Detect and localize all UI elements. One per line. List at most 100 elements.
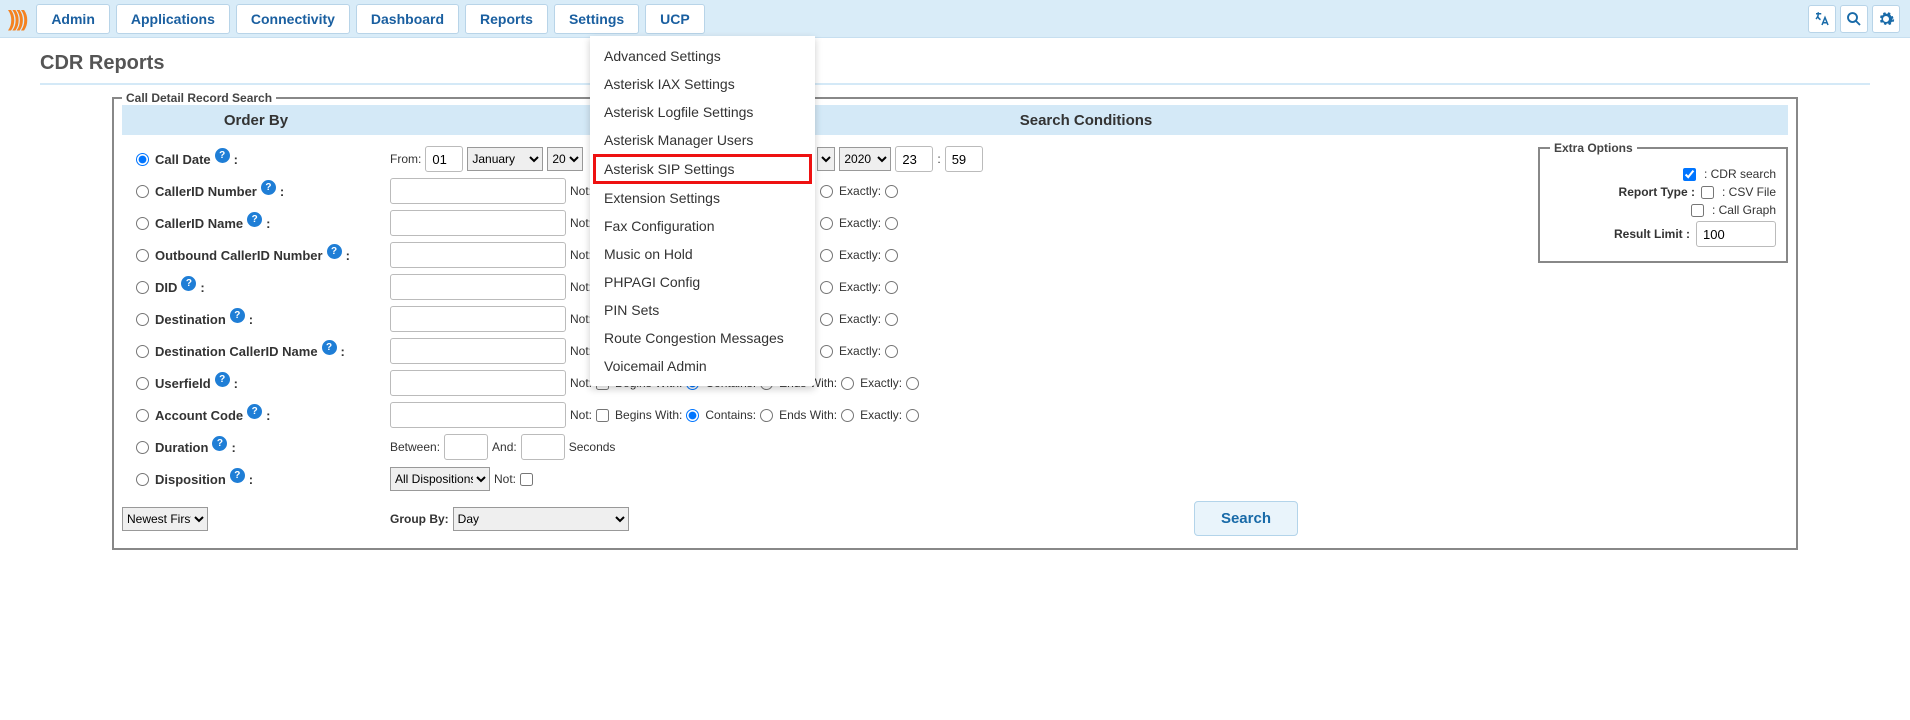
to-hour-input[interactable] xyxy=(895,146,933,172)
userfield-input[interactable] xyxy=(390,370,566,396)
settings-dropdown: Advanced Settings Asterisk IAX Settings … xyxy=(590,36,815,386)
exactly-radio-2[interactable] xyxy=(885,185,898,198)
outbound-cid-input[interactable] xyxy=(390,242,566,268)
help-icon[interactable]: ? xyxy=(247,404,262,419)
nav-applications[interactable]: Applications xyxy=(116,4,230,34)
callerid-number-input[interactable] xyxy=(390,178,566,204)
disposition-select[interactable]: All Dispositions xyxy=(390,467,490,491)
orderby-outbound-cid-radio[interactable] xyxy=(136,249,149,262)
group-by-select[interactable]: Day xyxy=(453,507,629,531)
dropdown-item-highlighted[interactable]: Asterisk SIP Settings xyxy=(593,154,812,184)
dropdown-item[interactable]: PIN Sets xyxy=(590,296,815,324)
nav-reports[interactable]: Reports xyxy=(465,4,548,34)
cdr-search-checkbox[interactable] xyxy=(1683,168,1696,181)
dropdown-item[interactable]: Route Congestion Messages xyxy=(590,324,815,352)
did-input[interactable] xyxy=(390,274,566,300)
dropdown-item[interactable]: Asterisk Manager Users xyxy=(590,126,815,154)
exactly-radio-2[interactable] xyxy=(885,313,898,326)
help-icon[interactable]: ? xyxy=(327,244,342,259)
sort-direction-select[interactable]: Newest First xyxy=(122,507,208,531)
nav-settings[interactable]: Settings xyxy=(554,4,639,34)
nav-ucp[interactable]: UCP xyxy=(645,4,705,34)
orderby-userfield-radio[interactable] xyxy=(136,377,149,390)
exactly-radio-2[interactable] xyxy=(885,249,898,262)
exactly-radio-2[interactable] xyxy=(885,217,898,230)
exactly-radio[interactable] xyxy=(820,281,833,294)
nav-dashboard[interactable]: Dashboard xyxy=(356,4,459,34)
help-icon[interactable]: ? xyxy=(212,436,227,451)
not-label: Not: xyxy=(494,472,516,486)
exactly-radio[interactable] xyxy=(841,377,854,390)
callerid-name-input[interactable] xyxy=(390,210,566,236)
orderby-callerid-number-radio[interactable] xyxy=(136,185,149,198)
dropdown-item[interactable]: Asterisk Logfile Settings xyxy=(590,98,815,126)
ends-with-radio[interactable] xyxy=(760,409,773,422)
duration-min-input[interactable] xyxy=(444,434,488,460)
orderby-callerid-name-label: CallerID Name xyxy=(155,216,243,231)
to-month-select[interactable] xyxy=(817,147,835,171)
not-label: Not: xyxy=(570,312,592,326)
exactly-radio-2[interactable] xyxy=(885,281,898,294)
search-icon[interactable] xyxy=(1840,5,1868,33)
orderby-account-code-radio[interactable] xyxy=(136,409,149,422)
orderby-callerid-name-radio[interactable] xyxy=(136,217,149,230)
exactly-radio-2[interactable] xyxy=(885,345,898,358)
column-headers: Order By Search Conditions xyxy=(122,105,1788,135)
to-year-select[interactable]: 2020 xyxy=(839,147,891,171)
exactly-radio[interactable] xyxy=(820,217,833,230)
help-icon[interactable]: ? xyxy=(230,308,245,323)
orderby-disposition-radio[interactable] xyxy=(136,473,149,486)
from-month-select[interactable]: January xyxy=(467,147,543,171)
dropdown-item[interactable]: Fax Configuration xyxy=(590,212,815,240)
csv-file-checkbox[interactable] xyxy=(1701,186,1714,199)
nav-admin[interactable]: Admin xyxy=(36,4,110,34)
orderby-dest-cid-name-radio[interactable] xyxy=(136,345,149,358)
dropdown-item[interactable]: Advanced Settings xyxy=(590,42,815,70)
between-label: Between: xyxy=(390,440,440,454)
duration-max-input[interactable] xyxy=(521,434,565,460)
language-icon[interactable] xyxy=(1808,5,1836,33)
orderby-did-radio[interactable] xyxy=(136,281,149,294)
exactly-radio[interactable] xyxy=(820,313,833,326)
exactly-radio-2[interactable] xyxy=(906,377,919,390)
help-icon[interactable]: ? xyxy=(215,372,230,387)
orderby-duration-radio[interactable] xyxy=(136,441,149,454)
help-icon[interactable]: ? xyxy=(230,468,245,483)
dropdown-item[interactable]: Voicemail Admin xyxy=(590,352,815,380)
dropdown-item[interactable]: Music on Hold xyxy=(590,240,815,268)
not-label: Not: xyxy=(570,344,592,358)
help-icon[interactable]: ? xyxy=(322,340,337,355)
orderby-destination-radio[interactable] xyxy=(136,313,149,326)
dropdown-item[interactable]: Asterisk IAX Settings xyxy=(590,70,815,98)
help-icon[interactable]: ? xyxy=(261,180,276,195)
dropdown-item[interactable]: PHPAGI Config xyxy=(590,268,815,296)
nav-connectivity[interactable]: Connectivity xyxy=(236,4,350,34)
orderby-dest-cid-name-label: Destination CallerID Name xyxy=(155,344,318,359)
exactly-radio[interactable] xyxy=(820,249,833,262)
destination-input[interactable] xyxy=(390,306,566,332)
dest-cid-name-input[interactable] xyxy=(390,338,566,364)
from-day-input[interactable] xyxy=(425,146,463,172)
help-icon[interactable]: ? xyxy=(181,276,196,291)
exactly-radio[interactable] xyxy=(820,185,833,198)
help-icon[interactable]: ? xyxy=(215,148,230,163)
to-min-input[interactable] xyxy=(945,146,983,172)
title-divider xyxy=(40,83,1870,85)
orderby-call-date-radio[interactable] xyxy=(136,153,149,166)
result-limit-input[interactable] xyxy=(1696,221,1776,247)
call-graph-checkbox[interactable] xyxy=(1691,204,1704,217)
exactly-radio[interactable] xyxy=(841,409,854,422)
not-checkbox[interactable] xyxy=(520,473,533,486)
contains-radio[interactable] xyxy=(686,409,699,422)
dropdown-item[interactable]: Extension Settings xyxy=(590,184,815,212)
not-checkbox[interactable] xyxy=(596,409,609,422)
account-code-input[interactable] xyxy=(390,402,566,428)
gear-icon[interactable] xyxy=(1872,5,1900,33)
exactly-radio[interactable] xyxy=(820,345,833,358)
search-button[interactable]: Search xyxy=(1194,501,1298,536)
from-year-select[interactable]: 2020 xyxy=(547,147,583,171)
from-label: From: xyxy=(390,152,421,166)
help-icon[interactable]: ? xyxy=(247,212,262,227)
exactly-radio-2[interactable] xyxy=(906,409,919,422)
top-nav: )))) Admin Applications Connectivity Das… xyxy=(0,0,1910,38)
